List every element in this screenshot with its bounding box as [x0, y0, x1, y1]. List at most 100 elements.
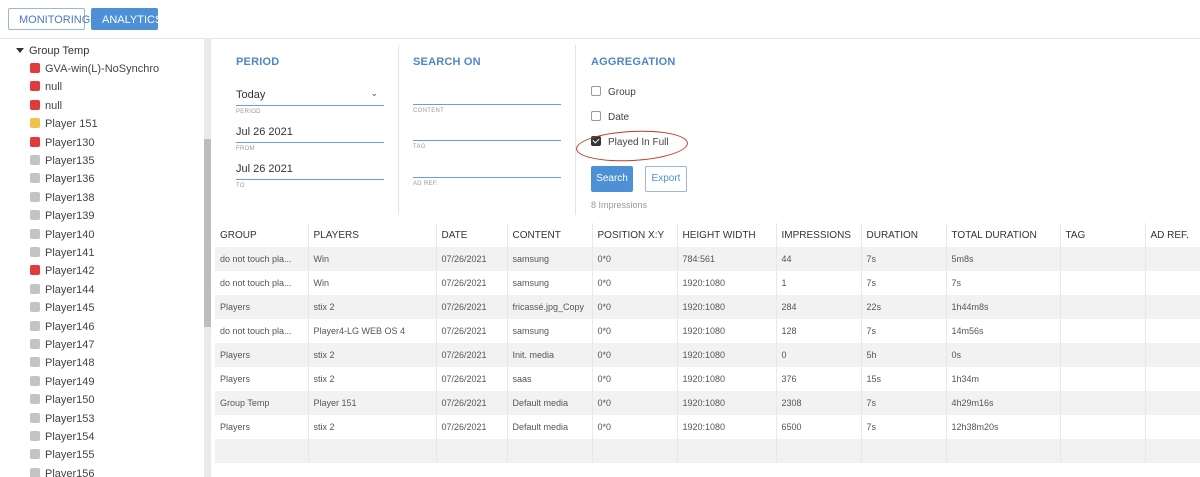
- column-header[interactable]: IMPRESSIONS: [776, 223, 862, 247]
- search-button[interactable]: Search: [591, 166, 633, 192]
- table-row[interactable]: Group Temp Player 151 07/26/2021 Default me…: [215, 391, 1200, 415]
- column-header[interactable]: AD REF.: [1145, 223, 1200, 247]
- analytics-table: GROUP PLAYERS DATE CONTENT POSITION X:Y HEIGH…: [215, 223, 1200, 463]
- sidebar-player-item[interactable]: Player138: [30, 191, 95, 205]
- column-header[interactable]: PLAYERS: [308, 223, 437, 247]
- table-row[interactable]: Players stix 2 07/26/2021 fricassé.jpg_Copy…: [215, 295, 1200, 319]
- sidebar-player-item[interactable]: Player153: [30, 412, 95, 426]
- sidebar-player-label: Player148: [45, 357, 95, 370]
- table-cell: [1060, 247, 1146, 271]
- sidebar-player-item[interactable]: Player139: [30, 209, 95, 223]
- column-header[interactable]: TAG: [1060, 223, 1146, 247]
- table-cell: 7s: [861, 271, 947, 295]
- sidebar-player-item[interactable]: Player145: [30, 301, 95, 315]
- table-row[interactable]: Players stix 2 07/26/2021 saas 0*0 1920:1080 3…: [215, 367, 1200, 391]
- ad-ref-underline: [413, 177, 561, 178]
- status-indicator-icon: [30, 394, 40, 405]
- sidebar-player-item[interactable]: GVA-win(L)-NoSynchro: [30, 62, 159, 76]
- sidebar-player-item[interactable]: Player146: [30, 320, 95, 334]
- status-indicator-icon: [30, 155, 40, 166]
- search-on-section: SEARCH ON CONTENT TAG AD REF.: [399, 39, 575, 224]
- search-on-title: SEARCH ON: [413, 56, 481, 68]
- sidebar-player-item[interactable]: Player147: [30, 338, 95, 352]
- sidebar-player-label: Player155: [45, 449, 95, 462]
- sidebar-player-item[interactable]: Player142: [30, 264, 95, 278]
- sidebar-player-label: null: [45, 81, 63, 94]
- table-cell: [1145, 343, 1200, 367]
- period-select[interactable]: Today ⌄ PERIOD: [236, 88, 384, 115]
- tree-group-temp[interactable]: Group Temp: [16, 44, 89, 58]
- sidebar-player-item[interactable]: Player135: [30, 154, 95, 168]
- section-divider: [575, 45, 576, 215]
- table-cell: 07/26/2021: [436, 367, 508, 391]
- table-cell: stix 2: [308, 415, 437, 439]
- column-header[interactable]: TOTAL DURATION: [946, 223, 1061, 247]
- tab-monitoring[interactable]: MONITORING: [8, 8, 90, 30]
- ad-ref-field[interactable]: AD REF.: [413, 160, 561, 187]
- sidebar-player-item[interactable]: Player130: [30, 136, 95, 150]
- from-date-field[interactable]: Jul 26 2021 FROM: [236, 125, 384, 152]
- sidebar-scrollbar[interactable]: [204, 39, 211, 477]
- period-section: PERIOD Today ⌄ PERIOD Jul 26 2021 FROM J…: [211, 39, 397, 224]
- table-cell: [861, 439, 947, 463]
- sidebar-player-item[interactable]: Player149: [30, 375, 95, 389]
- sidebar-scrollbar-thumb[interactable]: [204, 139, 211, 327]
- column-header[interactable]: CONTENT: [507, 223, 593, 247]
- sidebar-player-item[interactable]: Player156: [30, 467, 95, 477]
- sidebar-player-label: Player150: [45, 394, 95, 407]
- table-cell: [1060, 271, 1146, 295]
- content-field[interactable]: CONTENT: [413, 87, 561, 114]
- table-row[interactable]: do not touch pla... Win 07/26/2021 samsung 0…: [215, 271, 1200, 295]
- table-cell: 0*0: [592, 415, 678, 439]
- column-header[interactable]: DURATION: [861, 223, 947, 247]
- table-row[interactable]: Players stix 2 07/26/2021 Init. media 0*0 192…: [215, 343, 1200, 367]
- table-row[interactable]: Players stix 2 07/26/2021 Default media 0*0 1…: [215, 415, 1200, 439]
- table-cell: [1060, 343, 1146, 367]
- table-row[interactable]: [215, 439, 1200, 463]
- sidebar-player-label: Player130: [45, 136, 95, 149]
- table-cell: [1145, 367, 1200, 391]
- table-row[interactable]: do not touch pla... Win 07/26/2021 samsung 0…: [215, 247, 1200, 271]
- status-indicator-icon: [30, 247, 40, 258]
- date-checkbox[interactable]: [591, 111, 601, 122]
- table-cell: do not touch pla...: [215, 247, 309, 271]
- export-button[interactable]: Export: [645, 166, 687, 192]
- sidebar-player-item[interactable]: null: [30, 99, 62, 113]
- sidebar-player-item[interactable]: Player136: [30, 172, 95, 186]
- status-indicator-icon: [30, 357, 40, 368]
- table-row[interactable]: do not touch pla... Player4-LG WEB OS 4 07…: [215, 319, 1200, 343]
- sidebar-player-item[interactable]: Player150: [30, 393, 95, 407]
- date-checkbox-row[interactable]: Date: [591, 111, 629, 125]
- column-header[interactable]: DATE: [436, 223, 508, 247]
- column-header[interactable]: POSITION X:Y: [592, 223, 678, 247]
- table-cell: Win: [308, 247, 437, 271]
- sidebar-player-item[interactable]: Player155: [30, 448, 95, 462]
- column-header[interactable]: GROUP: [215, 223, 309, 247]
- sidebar-player-item[interactable]: Player144: [30, 283, 95, 297]
- chevron-down-icon[interactable]: ⌄: [370, 88, 378, 99]
- status-indicator-icon: [30, 265, 40, 276]
- table-cell: Player4-LG WEB OS 4: [308, 319, 437, 343]
- table-header-row: GROUP PLAYERS DATE CONTENT POSITION X:Y HEIGH…: [215, 223, 1200, 247]
- ad-ref-label: AD REF.: [413, 181, 439, 187]
- table-cell: [507, 439, 593, 463]
- group-checkbox[interactable]: [591, 86, 601, 97]
- status-indicator-icon: [30, 99, 40, 110]
- caret-down-icon[interactable]: [16, 47, 24, 53]
- ad-ref-value: [413, 160, 561, 174]
- sidebar-player-item[interactable]: Player141: [30, 246, 95, 260]
- sidebar-player-item[interactable]: null: [30, 80, 62, 94]
- to-date-field[interactable]: Jul 26 2021 TO: [236, 162, 384, 189]
- sidebar-player-item[interactable]: Player 151: [30, 117, 98, 131]
- group-checkbox-row[interactable]: Group: [591, 86, 636, 100]
- sidebar-player-item[interactable]: Player140: [30, 228, 95, 242]
- sidebar-player-item[interactable]: Player148: [30, 356, 95, 370]
- sidebar-player-item[interactable]: Player154: [30, 430, 95, 444]
- column-header[interactable]: HEIGHT WIDTH: [677, 223, 777, 247]
- table-cell: Group Temp: [215, 391, 309, 415]
- table-cell: 15s: [861, 367, 947, 391]
- tab-analytics[interactable]: ANALYTICS: [91, 8, 162, 30]
- tag-field[interactable]: TAG: [413, 123, 561, 150]
- table-cell: samsung: [507, 271, 593, 295]
- tag-value: [413, 123, 561, 137]
